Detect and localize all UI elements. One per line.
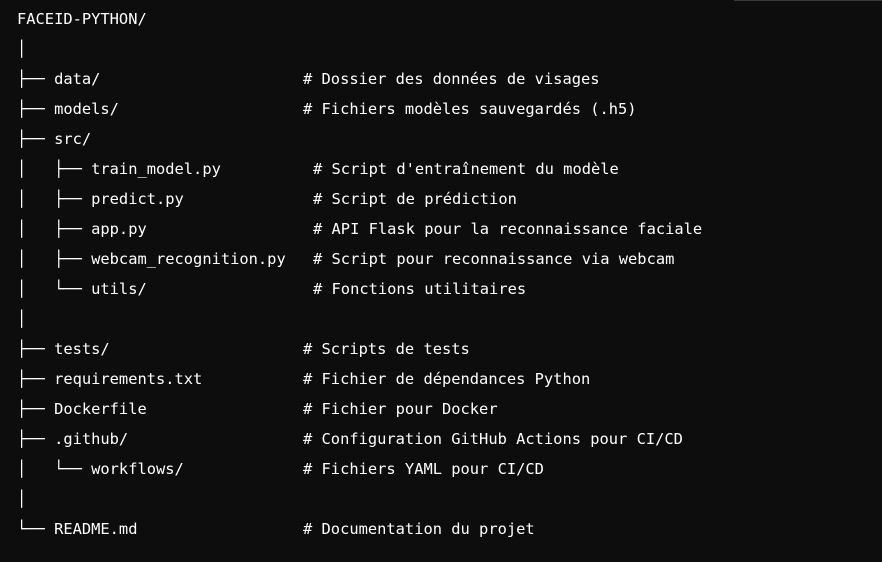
tree-line-text: ├── .github/ — [17, 430, 129, 448]
code-block: FACEID-PYTHON/ │ ├── data/ # Dossier des … — [0, 0, 882, 562]
tree-line-comment: # Fichier de dépendances Python — [303, 370, 591, 388]
tree-line-comment: # Fichiers YAML pour CI/CD — [303, 460, 544, 478]
tree-line-text: │ └── utils/ — [17, 280, 147, 298]
tree-line-text: │ — [17, 40, 27, 58]
tree-line-comment: # Documentation du projet — [303, 520, 535, 538]
tree-line-text: │ ├── train_model.py — [17, 160, 221, 178]
tree-line-text: ├── src/ — [17, 130, 92, 148]
tree-line-comment: # Fichiers modèles sauvegardés (.h5) — [303, 100, 637, 118]
tree-line-text: │ — [17, 310, 27, 328]
tree-line-comment: # Scripts de tests — [303, 340, 470, 358]
tree-line-text: │ ├── app.py — [17, 220, 147, 238]
tree-line-text: ├── Dockerfile — [17, 400, 147, 418]
tree-line: ├── data/ # Dossier des données de visage… — [17, 64, 882, 94]
tree-line: │ └── workflows/ # Fichiers YAML pour CI/… — [17, 454, 882, 484]
tree-line-comment: # Fichier pour Docker — [303, 400, 498, 418]
tree-line: ├── requirements.txt # Fichier de dépenda… — [17, 364, 882, 394]
tree-line-text: ├── tests/ — [17, 340, 110, 358]
tree-line-text: │ ├── webcam_recognition.py — [17, 250, 286, 268]
tree-line: ├── .github/ # Configuration GitHub Actio… — [17, 424, 882, 454]
tree-line: ├── Dockerfile # Fichier pour Docker — [17, 394, 882, 424]
tree-line: │ └── utils/ # Fonctions utilitaires — [17, 274, 882, 304]
tree-line: ├── models/ # Fichiers modèles sauvegardé… — [17, 94, 882, 124]
tree-line-text: ├── data/ — [17, 70, 101, 88]
tree-root-label: FACEID-PYTHON/ — [17, 10, 147, 28]
tree-line-comment: # Script de prédiction — [313, 190, 517, 208]
tree-line-comment: # Dossier des données de visages — [303, 70, 600, 88]
tree-line-text: │ — [17, 490, 27, 508]
tree-line-text: ├── requirements.txt — [17, 370, 203, 388]
tree-line-text: │ ├── predict.py — [17, 190, 184, 208]
tree-line: ├── src/ — [17, 124, 882, 154]
tree-line-comment: # Script pour reconnaissance via webcam — [313, 250, 675, 268]
tree-line: │ ├── app.py # API Flask pour la reconnai… — [17, 214, 882, 244]
tree-root: FACEID-PYTHON/ — [17, 4, 882, 34]
tree-line-comment: # Script d'entraînement du modèle — [313, 160, 619, 178]
tree-line: │ ├── train_model.py # Script d'entraînem… — [17, 154, 882, 184]
code-block-top-border — [734, 0, 882, 1]
tree-line: └── README.md # Documentation du projet — [17, 514, 882, 544]
tree-line: ├── tests/ # Scripts de tests — [17, 334, 882, 364]
tree-line-text: │ └── workflows/ — [17, 460, 184, 478]
tree-line-text: └── README.md — [17, 520, 138, 538]
tree-line-comment: # Fonctions utilitaires — [313, 280, 527, 298]
tree-line: │ — [17, 304, 882, 334]
tree-line: │ ├── webcam_recognition.py # Script pour… — [17, 244, 882, 274]
tree-line: │ — [17, 34, 882, 64]
tree-line-text: ├── models/ — [17, 100, 119, 118]
tree-line-comment: # Configuration GitHub Actions pour CI/C… — [303, 430, 683, 448]
tree-line: │ — [17, 484, 882, 514]
tree-line-comment: # API Flask pour la reconnaissance facia… — [313, 220, 703, 238]
tree-line: │ ├── predict.py # Script de prédiction — [17, 184, 882, 214]
